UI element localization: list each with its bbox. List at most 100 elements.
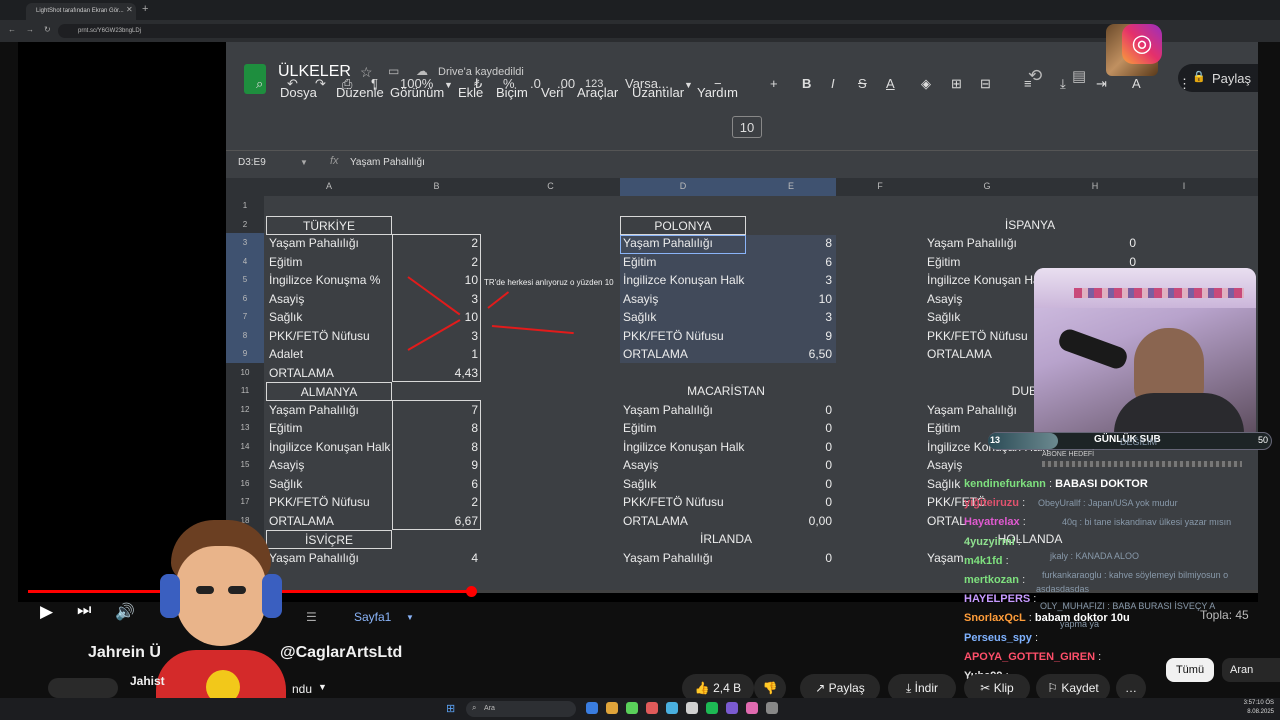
strikethrough-icon[interactable]: S [858, 76, 867, 91]
cell-value-ispanya[interactable]: 0 [1050, 255, 1136, 269]
cell-label-almanya[interactable]: Asayiş [269, 458, 304, 472]
forward-icon[interactable]: → [26, 25, 34, 34]
chip-all[interactable]: Tümü [1166, 658, 1214, 682]
column-header[interactable]: B [392, 181, 481, 191]
cell-value-polonya[interactable]: 3 [746, 273, 832, 287]
cell-label-turkiye[interactable]: Adalet [269, 347, 303, 361]
column-header[interactable]: I [1140, 181, 1228, 191]
cell-value-polonya[interactable]: 9 [746, 329, 832, 343]
channel-avatar[interactable] [48, 678, 118, 698]
cell-label-dubai[interactable]: Sağlık [927, 477, 960, 491]
row-header[interactable]: 7 [226, 312, 264, 321]
cell-label-dubai[interactable]: Eğitim [927, 421, 960, 435]
subscribe-button[interactable]: ndu [292, 682, 312, 696]
row-header[interactable]: 3 [226, 238, 264, 247]
cell-value-macaristan[interactable]: 0 [746, 440, 832, 454]
cell-label-turkiye[interactable]: İngilizce Konuşma % [269, 273, 380, 287]
cell-value-irlanda[interactable]: 0 [746, 551, 832, 565]
decrease-decimal-button[interactable]: .0 [530, 76, 541, 91]
row-header[interactable]: 14 [226, 442, 264, 451]
row-header[interactable]: 10 [226, 368, 264, 377]
url-input[interactable]: prnt.sc/Y6GW23bngLDj [58, 24, 1158, 38]
column-header[interactable]: A [266, 181, 392, 191]
increase-decimal-button[interactable]: .00 [557, 76, 575, 91]
wrap-icon[interactable]: ⇥ [1096, 76, 1107, 92]
bold-icon[interactable]: B [802, 76, 811, 91]
row-header[interactable]: 15 [226, 460, 264, 469]
chat-username[interactable]: 4yuzyirmi [964, 536, 1015, 548]
cell-label-ispanya[interactable]: Sağlık [927, 310, 960, 324]
column-header[interactable]: G [924, 181, 1050, 191]
fill-color-icon[interactable]: ◈ [921, 76, 931, 92]
cell-label-dubai[interactable]: Yaşam Pahalılığı [927, 403, 1017, 417]
cell-value-macaristan[interactable]: 0 [746, 477, 832, 491]
column-header[interactable]: H [1050, 181, 1140, 191]
row-header[interactable]: 12 [226, 405, 264, 414]
chat-username[interactable]: Hayatrelax [964, 516, 1020, 528]
cell-value-polonya[interactable]: 6,50 [746, 347, 832, 361]
column-header[interactable]: E [746, 181, 836, 191]
cell-label-ispanya[interactable]: PKK/FETÖ Nüfusu [927, 329, 1028, 343]
cell-label-dubai[interactable]: Asayiş [927, 458, 962, 472]
cell-label-almanya[interactable]: Sağlık [269, 477, 302, 491]
percent-button[interactable]: % [503, 76, 515, 91]
cell-label-hollanda[interactable]: Yaşam [927, 551, 963, 565]
cell-label-macaristan[interactable]: Asayiş [623, 458, 658, 472]
currency-icon[interactable]: ₺ [474, 76, 482, 92]
chevron-down-icon[interactable]: ▼ [444, 80, 453, 90]
chat-username[interactable]: HAYELPERS [964, 593, 1030, 605]
cell-value-macaristan[interactable]: 0 [746, 495, 832, 509]
italic-icon[interactable]: I [831, 76, 835, 91]
cell-label-macaristan[interactable]: İngilizce Konuşan Halk [623, 440, 744, 454]
chat-username[interactable]: mertkozan [964, 574, 1019, 586]
cell-label-macaristan[interactable]: ORTALAMA [623, 514, 688, 528]
cell-label-ispanya[interactable]: Eğitim [927, 255, 960, 269]
taskbar-app-icon[interactable] [746, 702, 758, 714]
rotate-text-icon[interactable]: A [1132, 76, 1141, 91]
text-color-icon[interactable]: A [886, 76, 895, 91]
cell-label-turkiye[interactable]: ORTALAMA [269, 366, 334, 380]
cell-label-polonya[interactable]: İngilizce Konuşan Halk [623, 273, 744, 287]
move-folder-icon[interactable]: ▭ [388, 64, 399, 78]
valign-icon[interactable]: ⤓ [1060, 76, 1066, 92]
taskbar-app-icon[interactable] [606, 702, 618, 714]
cell-label-almanya[interactable]: Eğitim [269, 421, 302, 435]
taskbar-app-icon[interactable] [646, 702, 658, 714]
cell-label-macaristan[interactable]: Yaşam Pahalılığı [623, 403, 713, 417]
reload-icon[interactable]: ↻ [44, 25, 51, 34]
row-header[interactable]: 4 [226, 257, 264, 266]
video-scrubber-handle[interactable] [466, 586, 477, 597]
cell-label-polonya[interactable]: Eğitim [623, 255, 656, 269]
zoom-select[interactable]: 100% [400, 76, 433, 91]
row-header[interactable]: 9 [226, 349, 264, 358]
row-header[interactable]: 16 [226, 479, 264, 488]
back-icon[interactable]: ← [8, 25, 16, 34]
chat-username[interactable]: yiğiteiruzu [964, 497, 1019, 509]
cell-value-macaristan[interactable]: 0 [746, 421, 832, 435]
row-header[interactable]: 6 [226, 294, 264, 303]
chevron-down-icon[interactable]: ▼ [406, 613, 414, 622]
cell-value-polonya[interactable]: 6 [746, 255, 832, 269]
chat-username[interactable]: SnorlaxQcL [964, 612, 1026, 624]
cell-value-polonya[interactable]: 3 [746, 310, 832, 324]
row-header[interactable]: 2 [226, 220, 264, 229]
cell-label-almanya[interactable]: Yaşam Pahalılığı [269, 403, 359, 417]
cell-value-polonya[interactable]: 10 [746, 292, 832, 306]
cell-label-ispanya[interactable]: Yaşam Pahalılığı [927, 236, 1017, 250]
font-select[interactable]: Varsa... [625, 76, 669, 91]
comment-icon[interactable]: ▤ [1072, 67, 1086, 85]
taskbar-app-icon[interactable] [686, 702, 698, 714]
taskbar-app-icon[interactable] [626, 702, 638, 714]
taskbar-search[interactable]: Ara [466, 701, 576, 717]
taskbar-app-icon[interactable] [766, 702, 778, 714]
windows-start-icon[interactable]: ⊞ [446, 702, 455, 715]
chip-search[interactable]: Aran [1222, 658, 1280, 682]
column-header[interactable]: F [836, 181, 924, 191]
play-icon[interactable]: ▶ [40, 602, 53, 622]
chat-username[interactable]: kendinefurkann [964, 478, 1046, 490]
font-size-input[interactable]: 10 [732, 116, 762, 138]
column-header[interactable]: C [481, 181, 620, 191]
close-tab-icon[interactable]: ✕ [126, 5, 133, 14]
next-icon[interactable]: ⏭ [77, 602, 91, 620]
cell-label-polonya[interactable]: ORTALAMA [623, 347, 688, 361]
